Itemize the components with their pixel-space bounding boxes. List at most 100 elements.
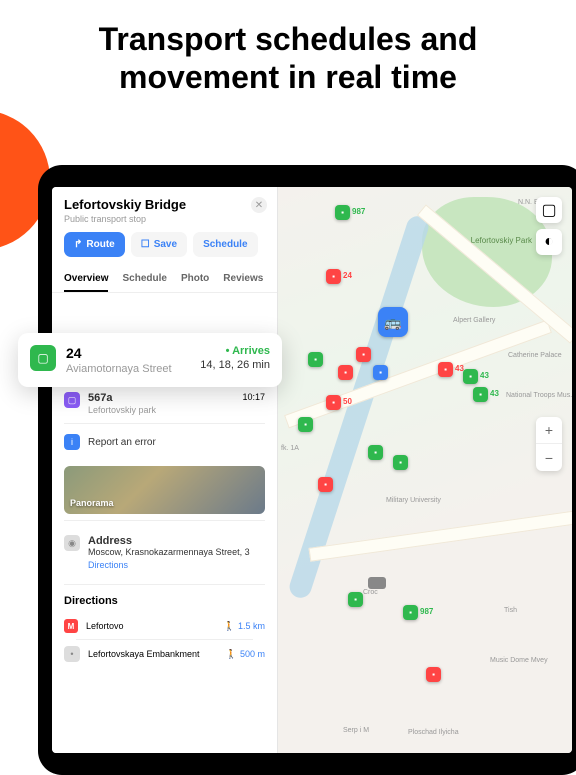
- transit-pin[interactable]: ▪: [403, 605, 418, 620]
- direction-distance: 🚶500 m: [226, 649, 265, 660]
- popout-dest: Aviamotornaya Street: [66, 363, 190, 375]
- pin-label: 43: [490, 389, 499, 398]
- bus-icon: ▢: [64, 392, 80, 408]
- action-bar: ↱ Route ☐ Save Schedule: [52, 232, 277, 267]
- poi-label: Croc: [363, 589, 378, 596]
- app-screen: Lefortovskiy Bridge Public transport sto…: [52, 187, 572, 753]
- section-heading: Directions: [64, 595, 265, 607]
- save-label: Save: [154, 239, 177, 250]
- transit-pin[interactable]: 🚌: [378, 307, 408, 337]
- direction-item[interactable]: M Lefortovo 🚶1.5 km: [64, 613, 265, 639]
- stop-icon: •: [64, 646, 80, 662]
- transit-pin[interactable]: ▪: [368, 445, 383, 460]
- sidebar: Lefortovskiy Bridge Public transport sto…: [52, 187, 278, 753]
- transit-pin[interactable]: ▪: [335, 205, 350, 220]
- transit-pin[interactable]: ▪: [393, 455, 408, 470]
- bookmark-icon: ☐: [141, 239, 150, 250]
- locate-button[interactable]: ◐: [536, 229, 562, 255]
- transit-pin[interactable]: ▪: [318, 477, 333, 492]
- route-icon: ↱: [74, 239, 82, 250]
- place-title: Lefortovskiy Bridge: [64, 197, 265, 212]
- close-button[interactable]: ✕: [251, 197, 267, 213]
- poi-label: fk. 1A: [281, 445, 299, 452]
- poi-label: Catherine Palace: [508, 352, 562, 359]
- direction-item[interactable]: • Lefortovskaya Embankment 🚶500 m: [64, 640, 265, 668]
- route-popout-card[interactable]: ▢ 24 Aviamotornaya Street • Arrives 14, …: [18, 333, 282, 387]
- route-dest: Lefortovskiy park: [88, 405, 234, 415]
- poi-label: Tish: [504, 607, 517, 614]
- metro-icon: M: [64, 619, 78, 633]
- address-section: ◉ Address Moscow, Krasnokazarmennaya Str…: [52, 521, 277, 584]
- route-time: 10:17: [242, 392, 265, 402]
- transit-pin[interactable]: ▪: [326, 395, 341, 410]
- park-shape: [422, 197, 552, 307]
- pin-label: 987: [420, 607, 433, 616]
- pin-label: 50: [343, 397, 352, 406]
- headline: Transport schedules and movement in real…: [0, 0, 576, 107]
- building: [368, 577, 386, 589]
- directions-link[interactable]: Directions: [88, 560, 250, 570]
- transit-pin[interactable]: ▪: [308, 352, 323, 367]
- popout-times: 14, 18, 26 min: [200, 359, 270, 371]
- tab-schedule[interactable]: Schedule: [122, 267, 166, 292]
- direction-distance: 🚶1.5 km: [224, 621, 265, 632]
- transit-pin[interactable]: ▪: [338, 365, 353, 380]
- map-canvas[interactable]: Lefortovskiy Park ▪987▪24🚌▪▪▪▪▪43▪43▪43▪…: [278, 187, 572, 753]
- tab-overview[interactable]: Overview: [64, 267, 108, 292]
- walk-icon: 🚶: [226, 649, 237, 660]
- transit-pin[interactable]: ▪: [473, 387, 488, 402]
- schedule-label: Schedule: [203, 239, 247, 250]
- bus-icon: ▢: [30, 345, 56, 371]
- poi-label: Music Dome Mvey: [490, 657, 548, 664]
- transit-pin[interactable]: ▪: [326, 269, 341, 284]
- route-label: Route: [86, 239, 114, 250]
- schedule-button[interactable]: Schedule: [193, 232, 257, 257]
- transit-pin[interactable]: ▪: [348, 592, 363, 607]
- layers-button[interactable]: ▢: [536, 197, 562, 223]
- transit-pin[interactable]: ▪: [298, 417, 313, 432]
- pin-label: 24: [343, 271, 352, 280]
- direction-name: Lefortovo: [86, 621, 124, 631]
- zoom-out-button[interactable]: −: [536, 444, 562, 471]
- pin-label: 43: [480, 371, 489, 380]
- tablet-frame: Lefortovskiy Bridge Public transport sto…: [38, 165, 576, 775]
- transit-pin[interactable]: ▪: [356, 347, 371, 362]
- road: [308, 506, 572, 562]
- poi-label: National Troops Mus.: [506, 392, 572, 399]
- panorama-preview[interactable]: Panorama: [64, 466, 265, 514]
- panorama-label: Panorama: [70, 498, 114, 508]
- popout-status: • Arrives: [200, 345, 270, 357]
- direction-name: Lefortovskaya Embankment: [88, 649, 200, 659]
- route-number: 567a: [88, 392, 234, 404]
- transit-pin[interactable]: ▪: [373, 365, 388, 380]
- report-error[interactable]: i Report an error: [52, 424, 277, 460]
- save-button[interactable]: ☐ Save: [131, 232, 187, 257]
- pin-label: 987: [352, 207, 365, 216]
- route-button[interactable]: ↱ Route: [64, 232, 125, 257]
- poi-label: Military University: [386, 497, 441, 504]
- address-value: Moscow, Krasnokazarmennaya Street, 3: [88, 547, 250, 557]
- tab-photo[interactable]: Photo: [181, 267, 209, 292]
- popout-number: 24: [66, 345, 190, 361]
- transit-pin[interactable]: ▪: [438, 362, 453, 377]
- pin-icon: ◉: [64, 535, 80, 551]
- directions-section: Directions M Lefortovo 🚶1.5 km • Leforto…: [52, 585, 277, 678]
- poi-label: Ploschad Ilyicha: [408, 729, 459, 736]
- transit-pin[interactable]: ▪: [463, 369, 478, 384]
- poi-label: Alpert Gallery: [453, 317, 495, 324]
- info-icon: i: [64, 434, 80, 450]
- transit-pin[interactable]: ▪: [426, 667, 441, 682]
- walk-icon: 🚶: [224, 621, 235, 632]
- route-row[interactable]: ▢ 567a Lefortovskiy park 10:17: [52, 384, 277, 423]
- place-subtitle: Public transport stop: [64, 214, 265, 224]
- poi-label: Serp i M: [343, 727, 369, 734]
- park-label: Lefortovskiy Park: [471, 237, 532, 246]
- tab-reviews[interactable]: Reviews: [223, 267, 263, 292]
- place-header: Lefortovskiy Bridge Public transport sto…: [52, 187, 277, 232]
- address-label: Address: [88, 535, 250, 547]
- road: [284, 320, 552, 429]
- zoom-in-button[interactable]: +: [536, 417, 562, 444]
- zoom-control: + −: [536, 417, 562, 471]
- report-label: Report an error: [88, 437, 156, 448]
- tabs: Overview Schedule Photo Reviews: [52, 267, 277, 293]
